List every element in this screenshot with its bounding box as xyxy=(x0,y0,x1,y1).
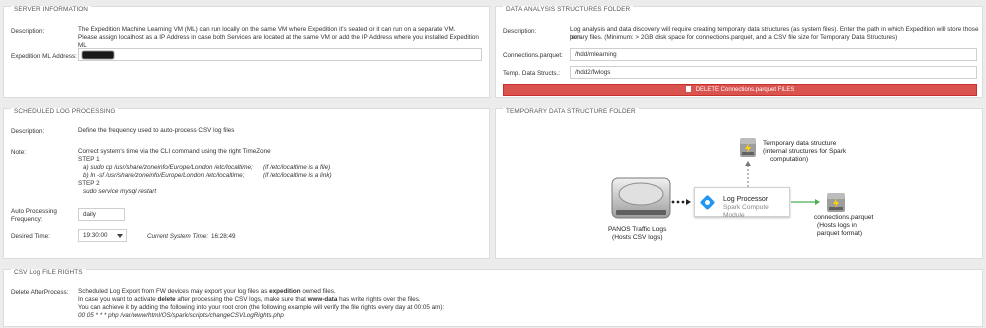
csv-line1-pre: Scheduled Log Export from FW devices may… xyxy=(78,288,270,295)
step1a-note: (if /etc/localtime is a file) xyxy=(263,164,331,171)
desired-time-select[interactable]: 19:30:00 xyxy=(78,229,127,242)
tds-label-3: computation) xyxy=(770,156,809,163)
frequency-input[interactable]: daily xyxy=(78,208,125,221)
csv-line2-bold1: delete xyxy=(157,296,176,303)
frequency-value: daily xyxy=(83,211,96,218)
data-analysis-folder-legend: DATA ANALYSIS STRUCTURES FOLDER xyxy=(503,6,634,13)
data-analysis-folder-panel: DATA ANALYSIS STRUCTURES FOLDER Descript… xyxy=(495,6,983,98)
step1-label: STEP 1 xyxy=(78,156,100,163)
dotted-arrow xyxy=(671,199,691,205)
panos-label-2: (Hosts CSV logs) xyxy=(612,234,663,241)
log-processor-box: Log Processor Spark Compute Module xyxy=(694,187,790,219)
step1b-command: b) ln -sf /usr/share/zoneinfo/Europe/Lon… xyxy=(83,172,245,179)
chevron-down-icon xyxy=(117,234,123,238)
temporary-data-disk-icon xyxy=(740,138,756,157)
tds-label-2: (internal structures for Spark xyxy=(763,148,847,155)
sched-description-text: Define the frequency used to auto-proces… xyxy=(78,127,235,134)
csv-line2-post: has write rights over the files. xyxy=(337,296,421,303)
connections-parquet-label: Connections.parquet: xyxy=(503,52,563,59)
step1a-command: a) sudo cp /usr/share/zoneinfo/Europe/Lo… xyxy=(83,164,253,171)
server-information-legend: SERVER INFORMATION xyxy=(11,6,91,13)
csv-line2-pre: In case you want to activate xyxy=(78,296,158,303)
trash-icon xyxy=(685,86,691,92)
log-processor-title: Log Processor xyxy=(723,196,769,203)
csv-line1-bold: expedition xyxy=(269,288,301,295)
temp-data-structs-input[interactable]: /hdd2/fwlogs xyxy=(570,66,977,79)
dashed-connector-arrow xyxy=(745,161,751,187)
temp-data-structs-value: /hdd2/fwlogs xyxy=(575,69,611,76)
parquet-label-3: parquet format) xyxy=(817,230,863,237)
panos-label-1: PANOS Traffic Logs xyxy=(608,226,667,233)
parquet-label-2: (Hosts logs in xyxy=(817,222,857,229)
desired-time-label: Desired Time: xyxy=(11,233,50,240)
parquet-disk-icon xyxy=(827,193,845,212)
scheduled-log-panel: SCHEDULED LOG PROCESSING Description: De… xyxy=(3,108,490,259)
server-information-panel: SERVER INFORMATION Description: The Expe… xyxy=(3,6,490,98)
delete-button-label: DELETE Connections.parquet FILES xyxy=(695,87,795,93)
csv-line2: In case you want to activate delete afte… xyxy=(78,296,421,304)
note-line1: Correct system's time via the CLI comman… xyxy=(78,148,271,155)
sched-description-label: Description: xyxy=(11,128,45,135)
temp-data-folder-legend: TEMPORARY DATA STRUCTURE FOLDER xyxy=(503,108,639,115)
green-arrow xyxy=(791,199,820,205)
temp-data-folder-panel: TEMPORARY DATA STRUCTURE FOLDER Temporar… xyxy=(495,108,983,259)
note-label: Note: xyxy=(11,149,27,156)
csv-log-rights-legend: CSV Log FILE RIGHTS xyxy=(11,269,86,276)
step1b-note: (if /etc/localtime is a link) xyxy=(263,172,332,179)
spark-compute-icon-dot xyxy=(705,200,710,205)
delete-connections-parquet-button[interactable]: DELETE Connections.parquet FILES xyxy=(503,84,977,96)
system-time-value: 16:28:49 xyxy=(211,233,236,240)
redacted-address-mask xyxy=(82,51,114,59)
connections-parquet-value: /hdd/mlearning xyxy=(575,51,617,58)
csv-line2-bold2: www-data xyxy=(307,296,338,303)
ml-address-label: Expedition ML Address: xyxy=(11,53,77,60)
csv-line1: Scheduled Log Export from FW devices may… xyxy=(78,288,336,296)
csv-line4: 00 05 * * * php /var/www/html/OS/spark/s… xyxy=(78,312,284,319)
frequency-label-1: Auto Processing xyxy=(11,208,57,215)
step2-label: STEP 2 xyxy=(78,180,100,187)
server-description-line1: The Expedition Machine Learning VM (ML) … xyxy=(78,26,456,33)
step2-command: sudo service mysql restart xyxy=(83,188,157,195)
hard-drive-icon xyxy=(611,177,671,219)
system-time-label: Current System Time: xyxy=(147,233,209,240)
connections-parquet-input[interactable]: /hdd/mlearning xyxy=(570,48,977,61)
delete-after-process-label: Delete AfterProcess: xyxy=(11,289,69,296)
server-description-label: Description: xyxy=(11,28,45,35)
tds-label-1: Temporary data structure xyxy=(763,140,837,147)
csv-log-rights-panel: CSV Log FILE RIGHTS Delete AfterProcess:… xyxy=(3,269,983,327)
log-processor-subtitle: Spark Compute Module xyxy=(723,204,769,219)
dasf-description-line2: porary files. (Minimum: > 2GB disk space… xyxy=(570,34,898,41)
desired-time-value: 19:30:00 xyxy=(83,232,108,239)
temp-data-structs-label: Temp. Data Structs.: xyxy=(503,70,561,77)
dasf-description-label: Description: xyxy=(503,28,537,35)
parquet-label-1: connections.parquet xyxy=(814,214,874,221)
frequency-label-2: Frequency: xyxy=(11,216,43,223)
ml-address-input[interactable] xyxy=(78,48,482,61)
csv-line2-mid: after processing the CSV logs, make sure… xyxy=(175,296,308,303)
scheduled-log-legend: SCHEDULED LOG PROCESSING xyxy=(11,108,119,115)
csv-line3: You can achieve it by adding the followi… xyxy=(78,304,445,311)
csv-line1-post: owned files. xyxy=(300,288,336,295)
